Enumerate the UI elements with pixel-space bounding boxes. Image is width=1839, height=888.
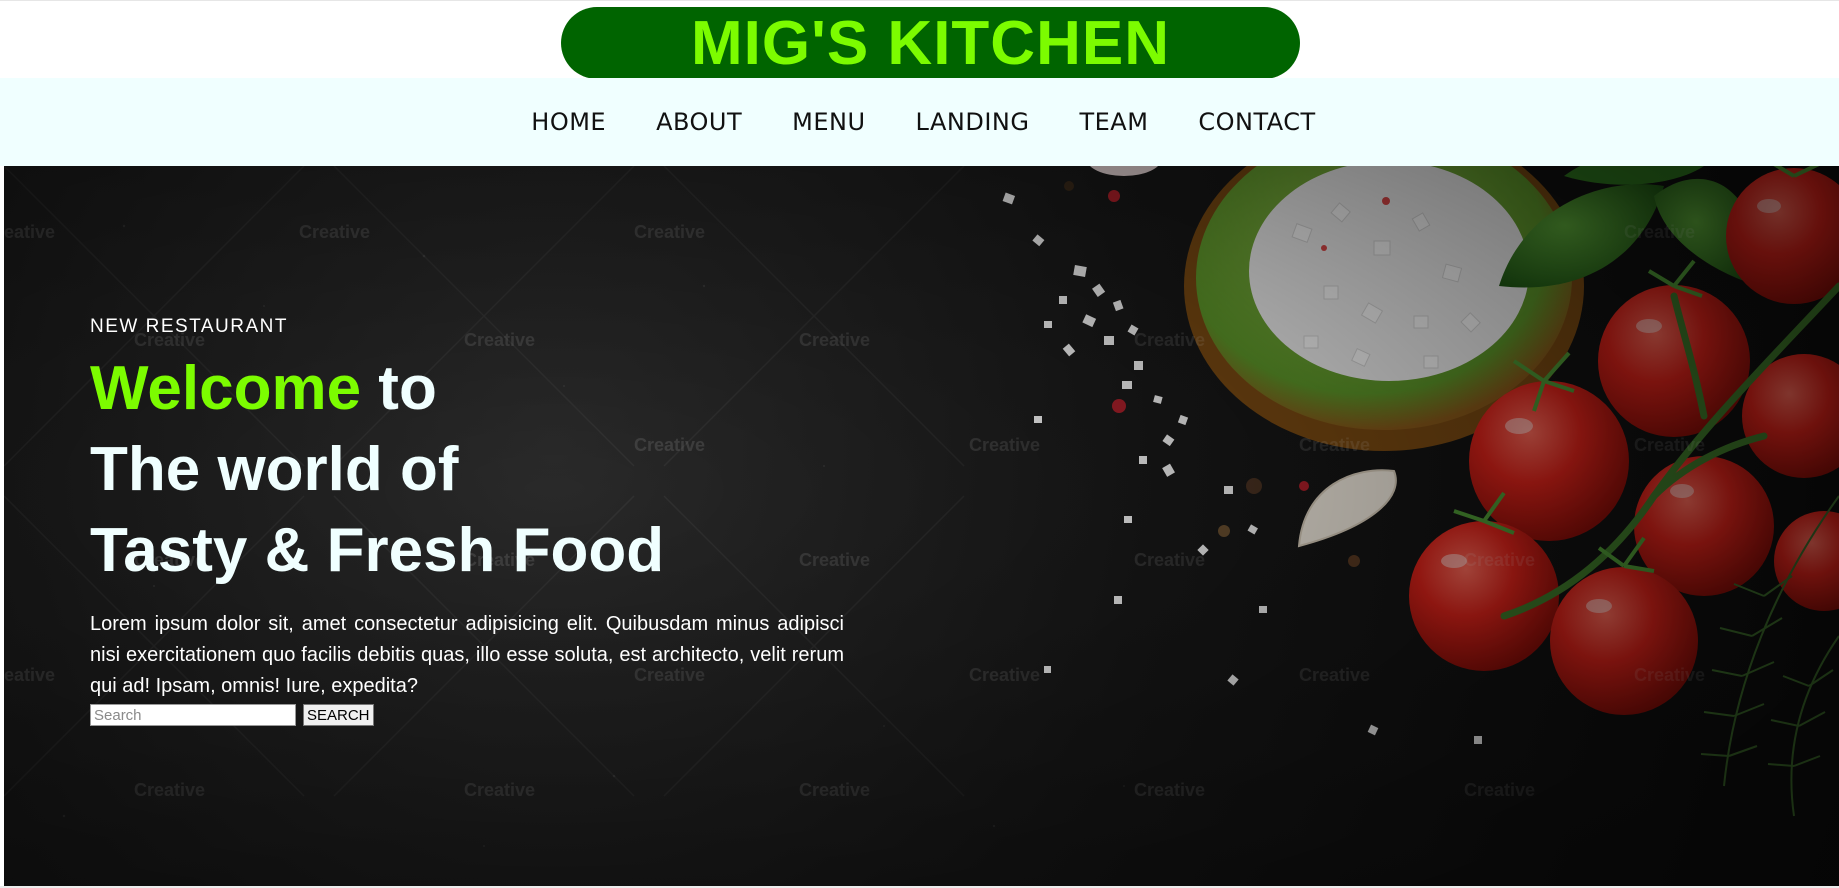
headline-accent: Welcome (90, 354, 362, 423)
headline-line-3: Tasty & Fresh Food (90, 516, 665, 585)
nav-item-landing[interactable]: LANDING (916, 108, 1030, 136)
headline-rest: to (361, 354, 437, 423)
nav-item-home[interactable]: HOME (531, 108, 606, 136)
hero-section: Creative Creative Creative Creative Crea… (4, 166, 1839, 886)
nav-list: HOME ABOUT MENU LANDING TEAM CONTACT (0, 78, 1839, 166)
headline-line-2: The world of (90, 435, 459, 504)
nav-item-menu[interactable]: MENU (792, 108, 865, 136)
site-logo[interactable]: MIG'S KITCHEN (561, 7, 1300, 79)
nav-item-team[interactable]: TEAM (1079, 108, 1148, 136)
main-nav: HOME ABOUT MENU LANDING TEAM CONTACT (0, 78, 1839, 166)
search-input[interactable] (90, 704, 296, 726)
hero-description: Lorem ipsum dolor sit, amet consectetur … (90, 613, 844, 697)
hero-text: NEW RESTAURANT Welcome to The world of T… (90, 316, 850, 726)
logo-bar: MIG'S KITCHEN (0, 0, 1839, 79)
nav-item-about[interactable]: ABOUT (656, 108, 742, 136)
search-button[interactable]: SEARCH (303, 704, 374, 726)
hero-headline: Welcome to The world of Tasty & Fresh Fo… (90, 348, 850, 591)
nav-item-contact[interactable]: CONTACT (1198, 108, 1315, 136)
search-form: SEARCH (90, 704, 850, 726)
hero-eyebrow: NEW RESTAURANT (90, 316, 288, 337)
